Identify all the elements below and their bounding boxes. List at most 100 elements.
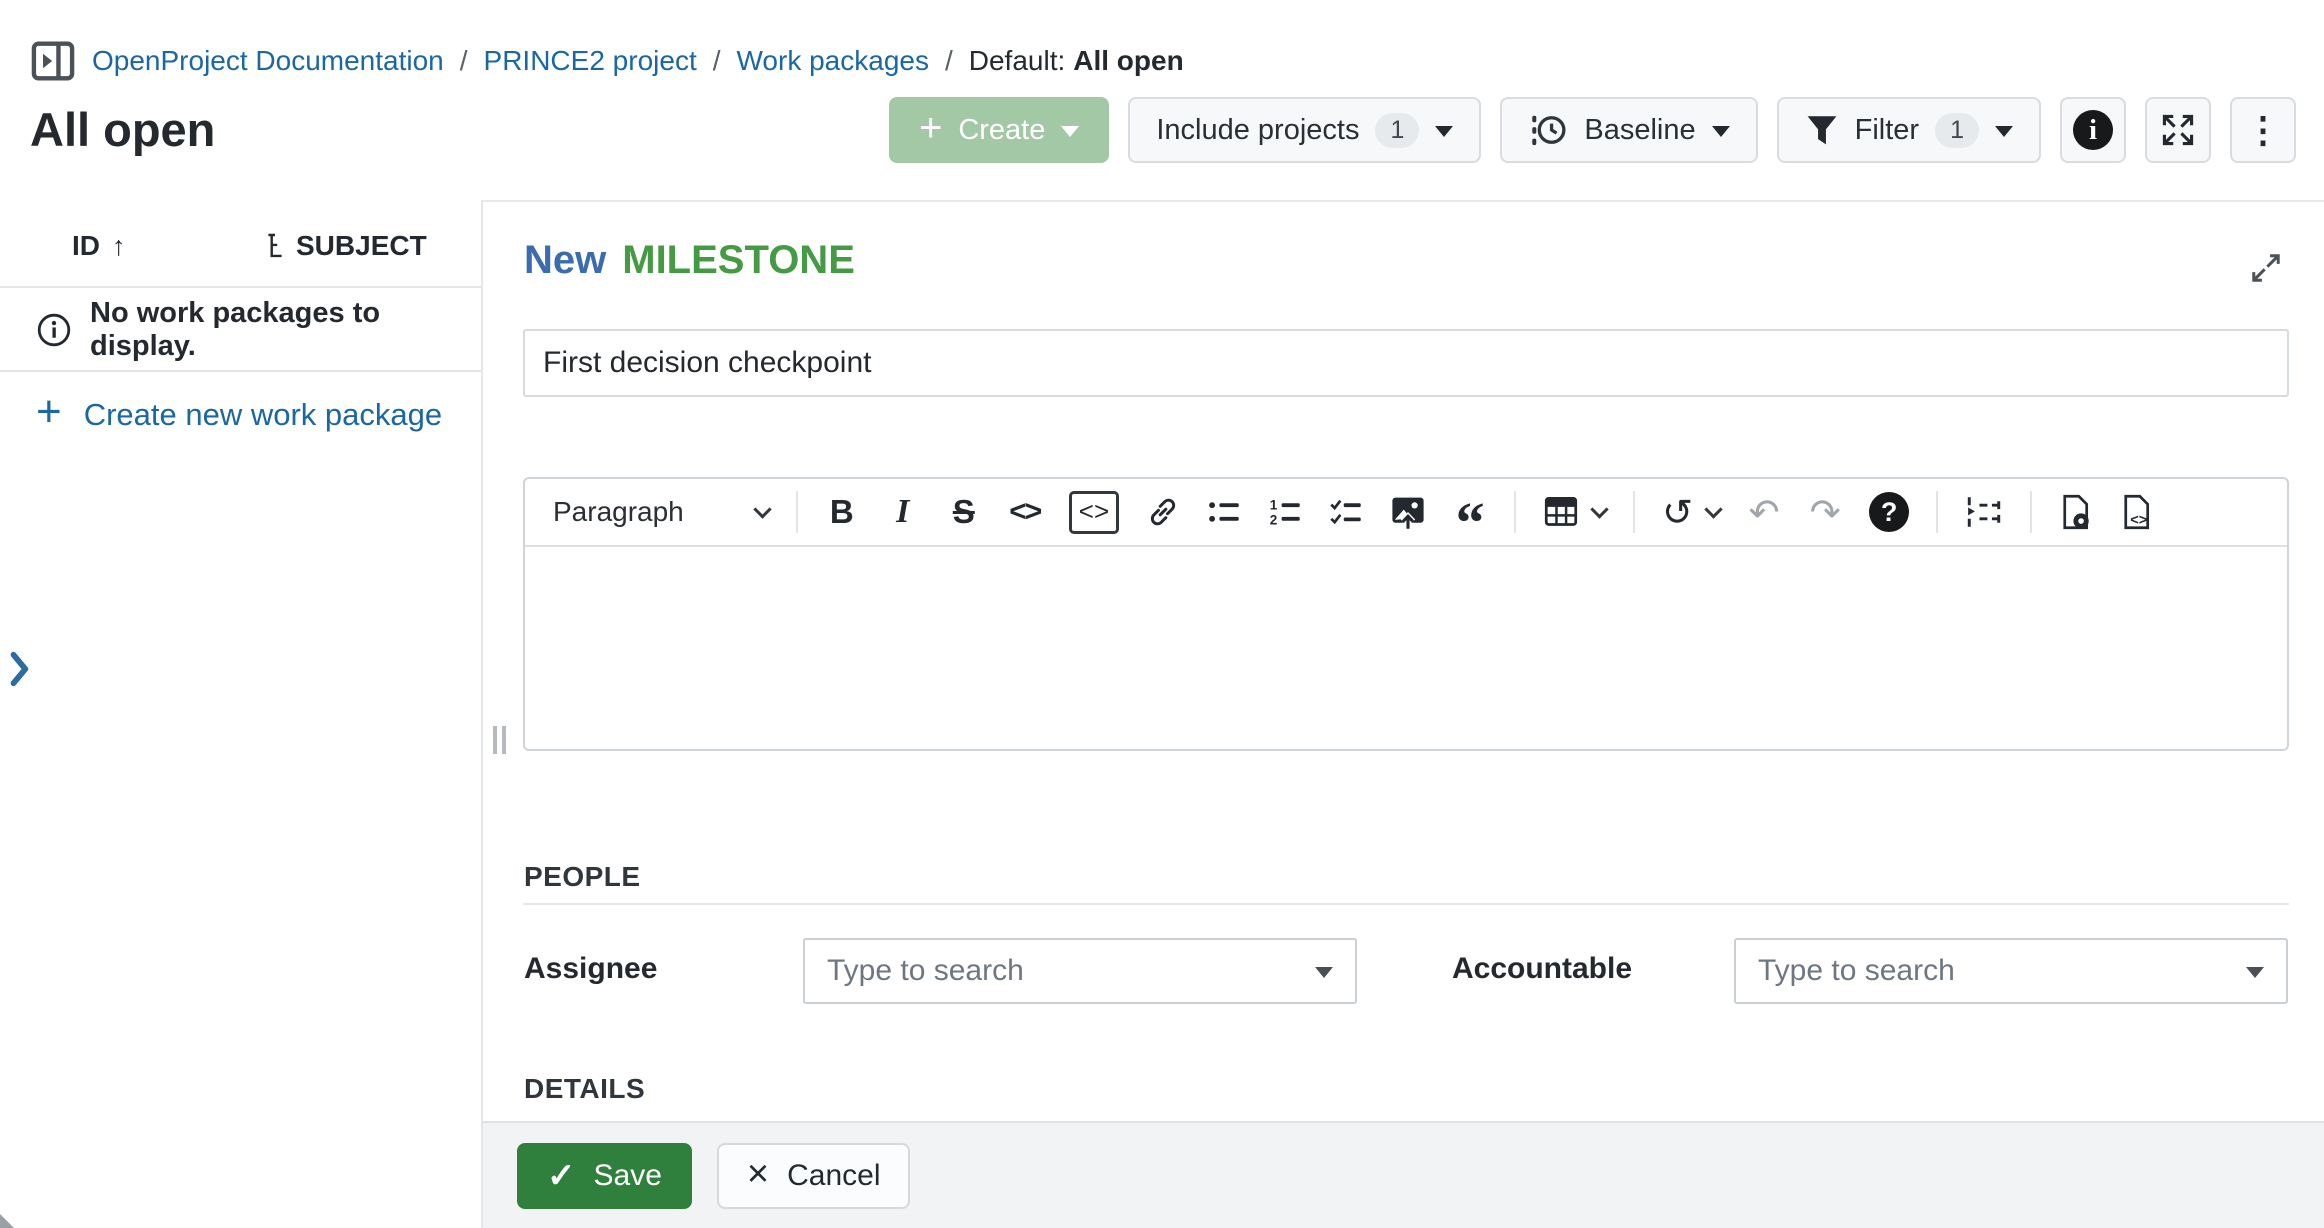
info-outline-icon [36, 312, 72, 348]
top-toolbar: + Create Include projects 1 [889, 97, 2296, 163]
filter-count-badge: 1 [1935, 113, 1979, 148]
section-divider [523, 903, 2289, 905]
block-quote-icon[interactable]: “ [1453, 499, 1487, 547]
chevron-down-icon [2246, 967, 2264, 978]
create-new-work-package-link[interactable]: + Create new work package [36, 395, 442, 434]
bold-icon[interactable]: B [825, 488, 859, 536]
chevron-down-icon [1435, 126, 1453, 137]
work-package-table-header: ID ↑ SUBJECT [0, 212, 481, 288]
details-section-title: DETAILS [524, 1073, 645, 1105]
toolbar-divider [1633, 491, 1635, 533]
code-block-icon[interactable]: <> [1069, 491, 1119, 534]
svg-text:1: 1 [1270, 498, 1278, 513]
work-package-type-selector[interactable]: MILESTONE [622, 238, 855, 283]
include-projects-button[interactable]: Include projects 1 [1128, 97, 1481, 163]
svg-text:<>: <> [2130, 512, 2147, 528]
title-new-label: New [524, 238, 606, 283]
kebab-menu-icon: ⋮ [2245, 109, 2281, 151]
chevron-down-icon [753, 500, 771, 518]
info-icon: i [2073, 110, 2113, 150]
todo-list-icon[interactable] [1329, 488, 1363, 536]
insert-table-dropdown[interactable] [1543, 488, 1606, 536]
description-editor: Paragraph B I S <> <> [523, 477, 2289, 751]
plus-icon: + [919, 108, 942, 148]
image-upload-icon[interactable] [1390, 488, 1426, 536]
chevron-down-icon [1995, 126, 2013, 137]
accountable-placeholder: Type to search [1758, 954, 1955, 988]
sidebar-toggle-icon[interactable] [30, 40, 76, 82]
macros-button[interactable] [1965, 488, 2003, 536]
openproject-work-packages-page: OpenProject Documentation / PRINCE2 proj… [0, 0, 2324, 1228]
more-options-button[interactable]: ⋮ [2230, 97, 2296, 163]
fullscreen-icon [2159, 111, 2197, 149]
chevron-down-icon [1061, 126, 1079, 137]
baseline-button[interactable]: Baseline [1500, 97, 1757, 163]
toolbar-divider [2030, 491, 2032, 533]
close-icon: × [747, 1155, 769, 1193]
undo-icon[interactable]: ↶ [1747, 488, 1781, 536]
accountable-select[interactable]: Type to search [1734, 938, 2288, 1004]
breadcrumb-separator: / [945, 45, 953, 77]
expand-form-button[interactable] [2244, 246, 2288, 290]
redo-icon[interactable]: ↷ [1808, 488, 1842, 536]
accountable-label: Accountable [1452, 952, 1632, 986]
check-icon: ✓ [547, 1156, 576, 1196]
breadcrumb-current-view: Default:All open [969, 45, 1184, 77]
bulleted-list-icon[interactable] [1207, 488, 1241, 536]
help-icon: ? [1869, 492, 1909, 532]
assignee-select[interactable]: Type to search [803, 938, 1357, 1004]
expand-sidebar-chevron-icon[interactable] [6, 650, 32, 688]
inline-code-icon[interactable]: <> [1008, 488, 1042, 536]
column-header-id[interactable]: ID ↑ [72, 230, 126, 262]
markdown-source-icon[interactable]: <> [2120, 488, 2154, 536]
filter-button[interactable]: Filter 1 [1777, 97, 2041, 163]
editor-toolbar: Paragraph B I S <> <> [525, 479, 2287, 547]
pane-resize-grip[interactable] [491, 726, 507, 756]
preview-toggle-icon[interactable] [2059, 488, 2093, 536]
empty-state-message: No work packages to display. [90, 297, 481, 363]
breadcrumb-separator: / [460, 45, 468, 77]
people-section-title: PEOPLE [524, 861, 641, 893]
sort-ascending-icon: ↑ [112, 231, 126, 262]
new-work-package-title: New MILESTONE [524, 238, 855, 283]
paragraph-style-dropdown[interactable]: Paragraph [547, 488, 769, 536]
page-title: All open [30, 102, 215, 157]
chevron-down-icon [1704, 500, 1722, 518]
toolbar-divider [1936, 491, 1938, 533]
breadcrumb-separator: / [713, 45, 721, 77]
breadcrumb-link-documentation[interactable]: OpenProject Documentation [92, 45, 444, 77]
pane-divider [481, 200, 483, 1228]
chevron-down-icon [1590, 500, 1608, 518]
fullscreen-button[interactable] [2145, 97, 2211, 163]
form-top-border [483, 200, 2324, 202]
italic-icon[interactable]: I [886, 488, 920, 536]
help-button[interactable]: ? [1869, 488, 1909, 536]
create-button[interactable]: + Create [889, 97, 1109, 163]
breadcrumb: OpenProject Documentation / PRINCE2 proj… [30, 38, 1184, 84]
strikethrough-icon[interactable]: S [947, 488, 981, 536]
revision-history-dropdown[interactable]: ↺ [1662, 488, 1720, 536]
save-button[interactable]: ✓ Save [517, 1143, 692, 1209]
toolbar-divider [1514, 491, 1516, 533]
numbered-list-icon[interactable]: 1 2 [1268, 488, 1302, 536]
info-button[interactable]: i [2060, 97, 2126, 163]
include-projects-count-badge: 1 [1375, 113, 1419, 148]
breadcrumb-link-work-packages[interactable]: Work packages [737, 45, 929, 77]
description-editor-content[interactable] [525, 547, 2287, 749]
column-header-subject[interactable]: SUBJECT [264, 230, 427, 262]
link-icon[interactable] [1146, 488, 1180, 536]
filter-funnel-icon [1805, 113, 1839, 147]
cancel-button[interactable]: × Cancel [717, 1143, 911, 1209]
chevron-down-icon [1712, 126, 1730, 137]
breadcrumb-link-project[interactable]: PRINCE2 project [484, 45, 697, 77]
toolbar-divider [796, 491, 798, 533]
assignee-placeholder: Type to search [827, 954, 1024, 988]
hierarchy-icon [264, 231, 286, 261]
empty-state-row: No work packages to display. [0, 290, 481, 372]
baseline-clock-icon [1528, 110, 1568, 150]
subject-input[interactable] [523, 329, 2289, 397]
chevron-down-icon [1315, 967, 1333, 978]
assignee-label: Assignee [524, 952, 657, 986]
plus-icon: + [36, 390, 62, 434]
form-footer: ✓ Save × Cancel [483, 1121, 2324, 1228]
